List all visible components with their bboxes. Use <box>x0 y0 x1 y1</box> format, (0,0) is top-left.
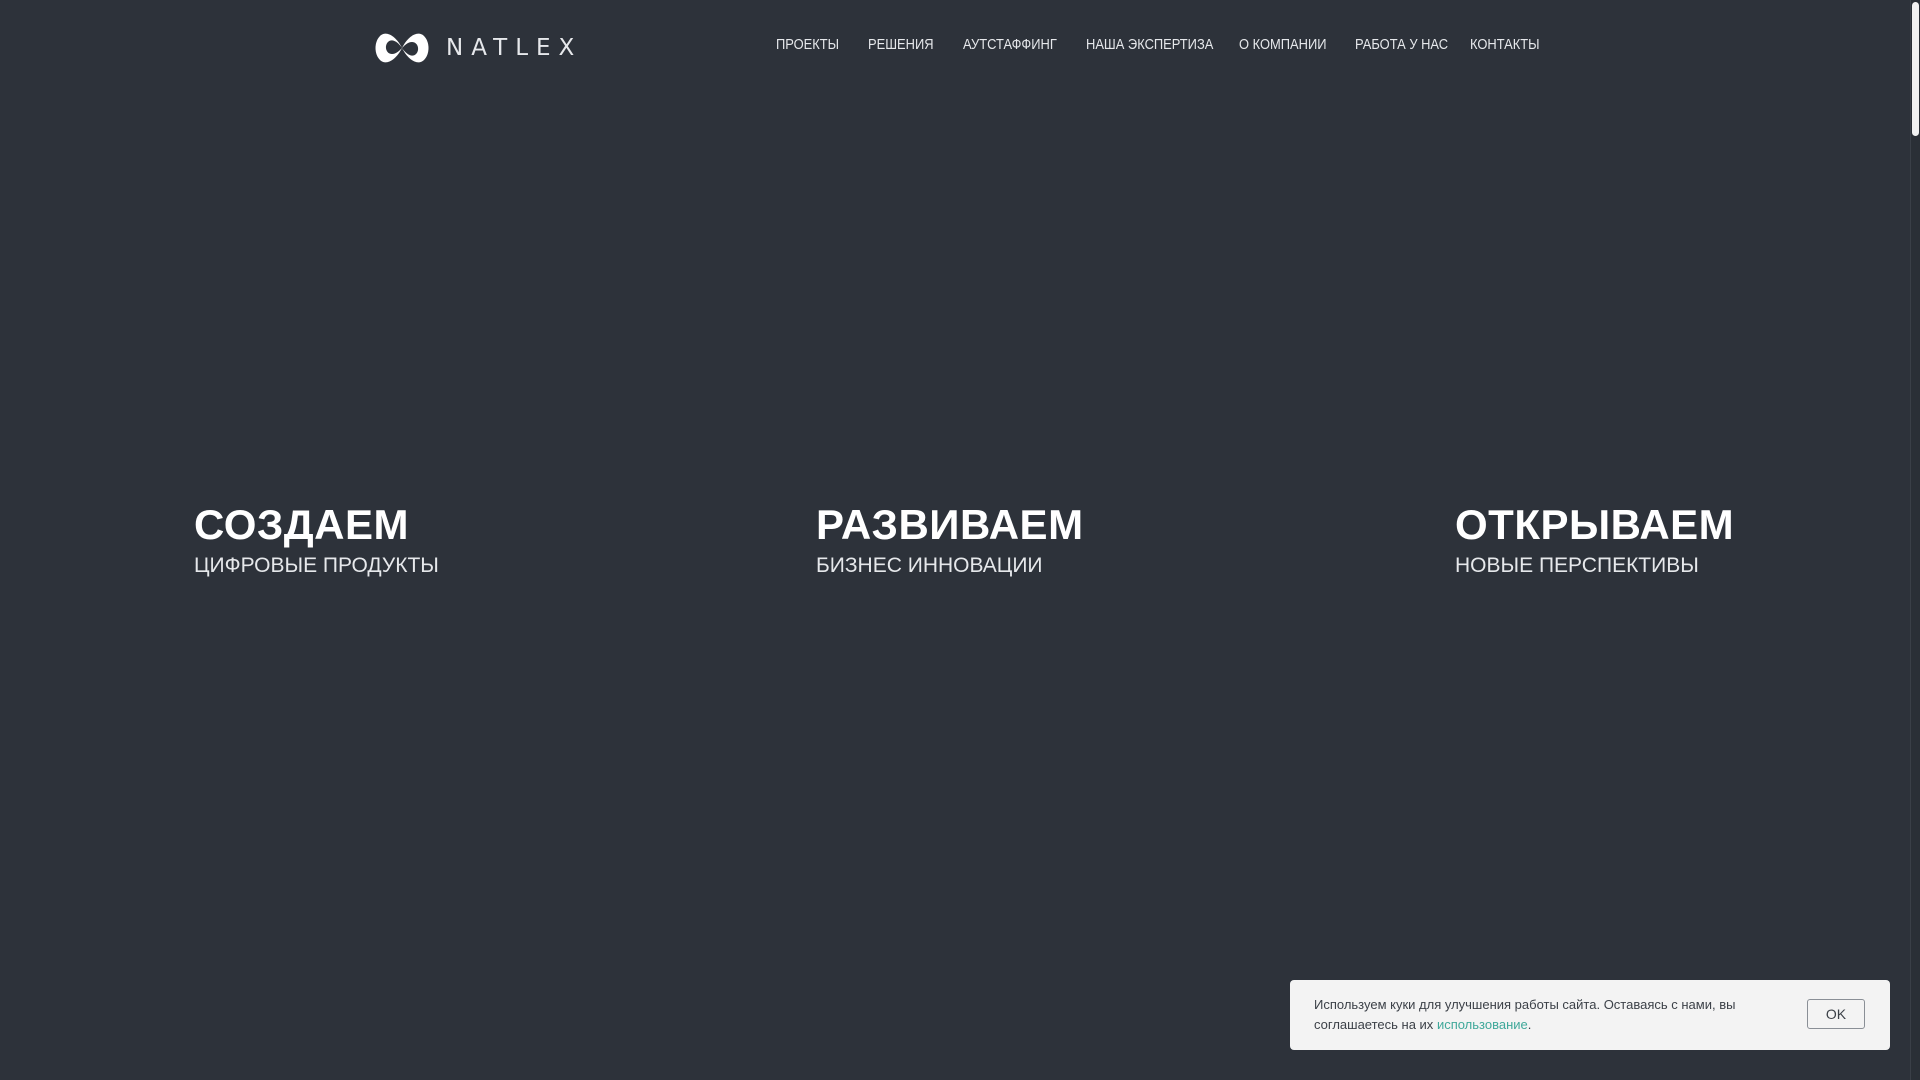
hero-subtitle: ЦИФРОВЫЕ ПРОДУКТЫ <box>194 554 439 577</box>
hero-block-develop: РАЗВИВАЕМ БИЗНЕС ИННОВАЦИИ <box>816 500 1084 580</box>
hero-title: РАЗВИВАЕМ <box>816 501 1084 548</box>
cookie-message: Используем куки для улучшения работы сай… <box>1314 995 1774 1035</box>
nav-item-careers[interactable]: РАБОТА У НАС <box>1355 36 1448 53</box>
hero-title: СОЗДАЕМ <box>194 501 410 548</box>
brand-name: NATLEX <box>446 35 583 61</box>
scrollbar-thumb[interactable] <box>1912 2 1919 136</box>
hero-subtitle: НОВЫЕ ПЕРСПЕКТИВЫ <box>1455 554 1699 577</box>
hero-subtitle: БИЗНЕС ИННОВАЦИИ <box>816 554 1043 577</box>
nav-item-expertise[interactable]: НАША ЭКСПЕРТИЗА <box>1086 36 1213 53</box>
hero-title: ОТКРЫВАЕМ <box>1455 501 1735 548</box>
scrollbar[interactable] <box>1910 0 1920 1080</box>
hero-block-create: СОЗДАЕМ ЦИФРОВЫЕ ПРОДУКТЫ <box>194 500 439 580</box>
cookie-ok-button[interactable]: OK <box>1807 999 1865 1029</box>
nav-item-solutions[interactable]: РЕШЕНИЯ <box>868 36 934 53</box>
nav-item-outstaffing[interactable]: АУТСТАФФИНГ <box>963 36 1057 53</box>
nav-item-about[interactable]: О КОМПАНИИ <box>1239 36 1327 53</box>
brand-logo[interactable]: NATLEX <box>374 28 582 68</box>
nav-item-projects[interactable]: ПРОЕКТЫ <box>776 36 839 53</box>
natlex-logo-icon <box>375 33 429 63</box>
hero-block-discover: ОТКРЫВАЕМ НОВЫЕ ПЕРСПЕКТИВЫ <box>1455 500 1734 580</box>
cookie-suffix: . <box>1527 1017 1532 1032</box>
nav-item-contacts[interactable]: КОНТАКТЫ <box>1470 36 1540 53</box>
page: NATLEX ПРОЕКТЫ РЕШЕНИЯ АУТСТАФФИНГ НАША … <box>0 0 1920 1080</box>
cookie-policy-link[interactable]: использование <box>1437 1017 1528 1032</box>
cookie-banner: Используем куки для улучшения работы сай… <box>1290 980 1890 1050</box>
